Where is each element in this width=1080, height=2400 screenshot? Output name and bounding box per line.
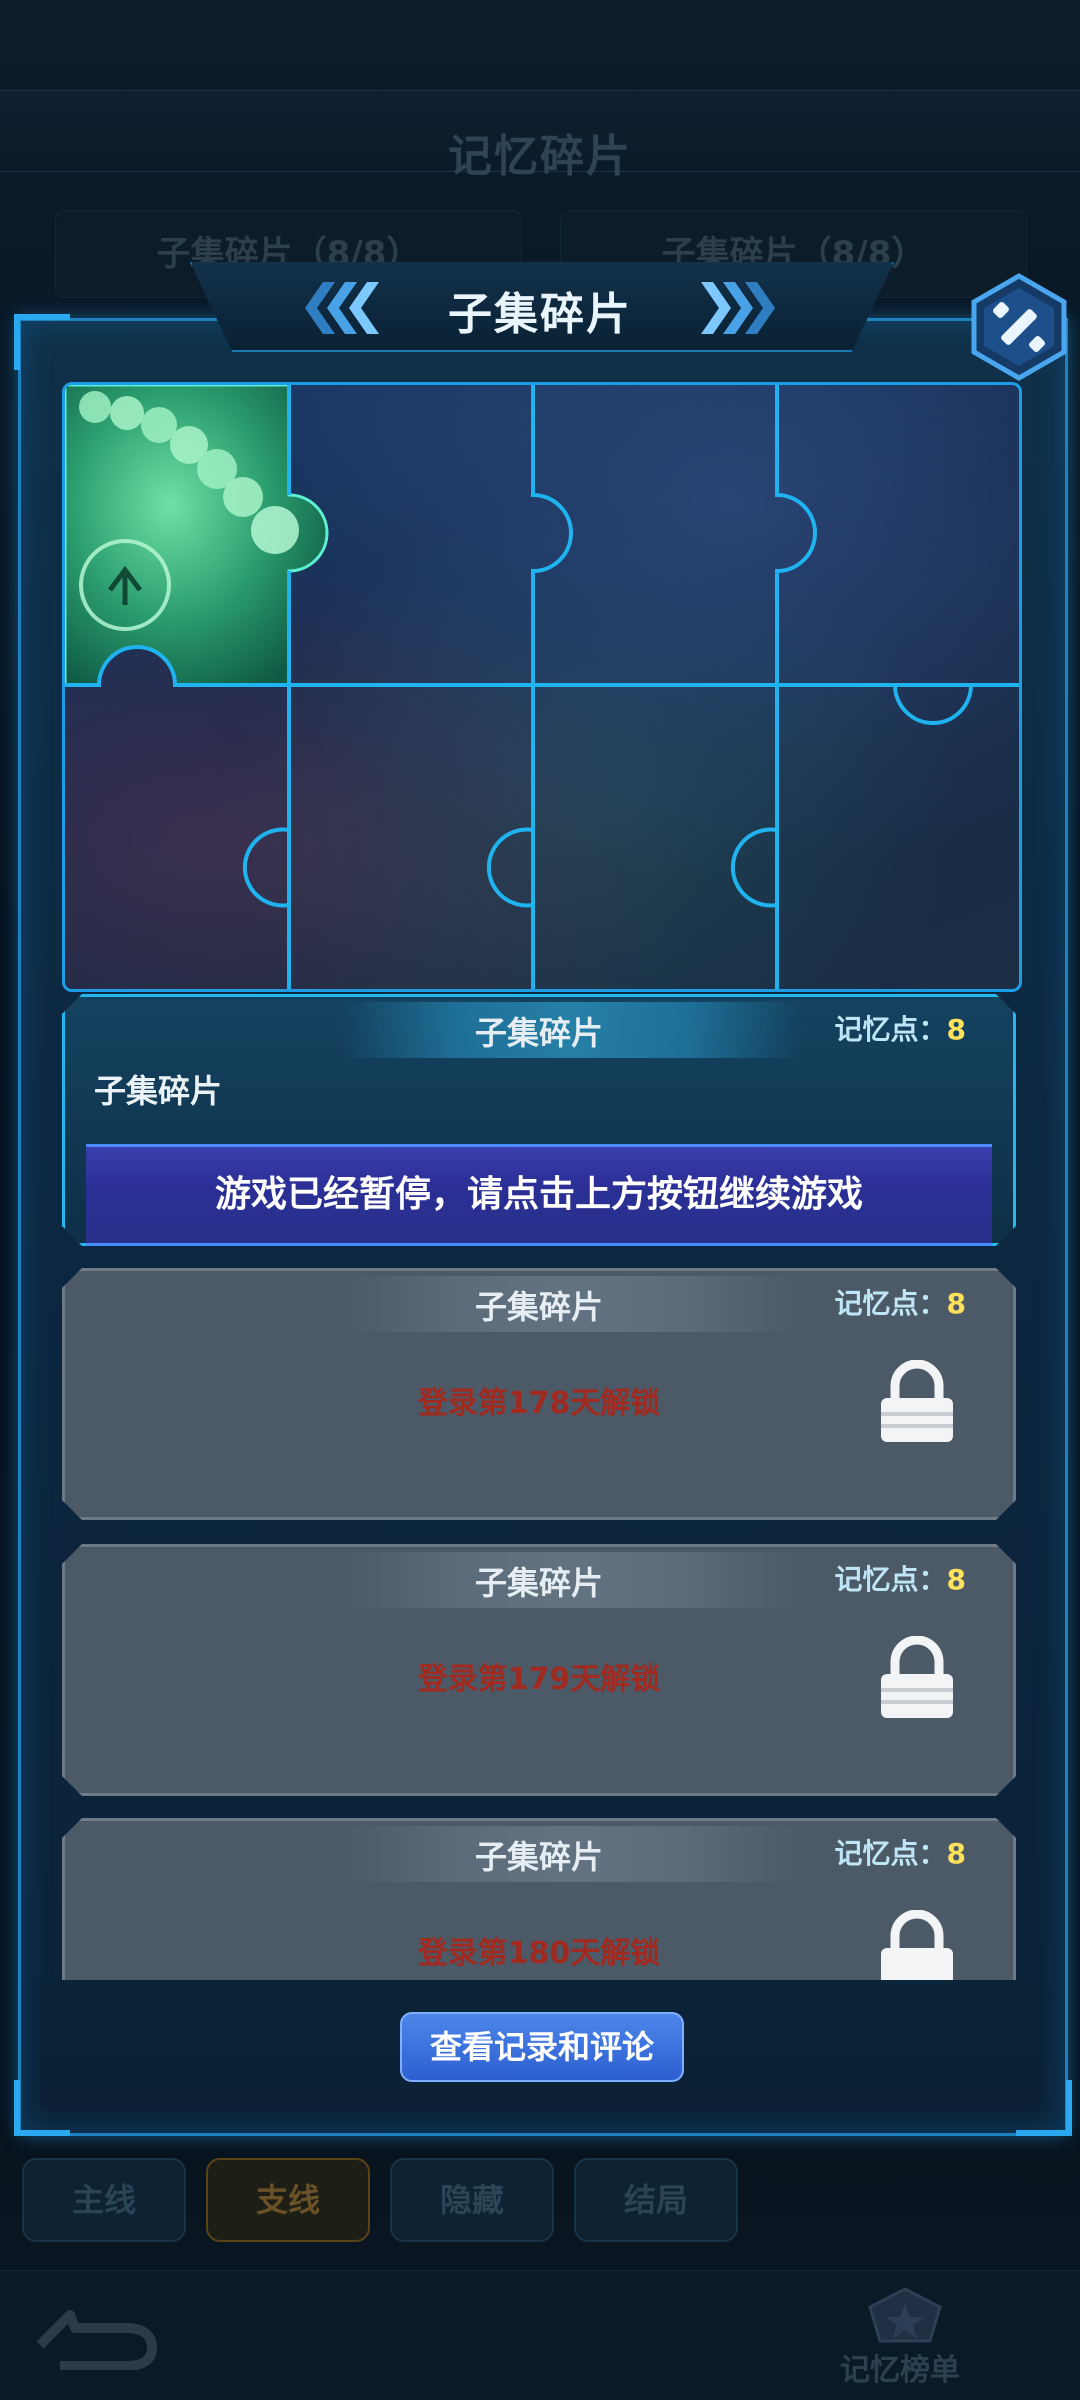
- memory-points: 记忆点：8: [835, 1558, 967, 1598]
- unlock-condition: 登录第179天解锁: [417, 1662, 661, 1697]
- close-icon[interactable]: [964, 272, 1074, 382]
- memory-points-value: 8: [946, 1287, 966, 1320]
- episode-card-3[interactable]: 子集碎片 记忆点：8 登录第179天解锁: [62, 1544, 1016, 1796]
- memory-points-label: 记忆点：: [834, 1563, 947, 1596]
- memory-points-value: 8: [946, 1563, 966, 1596]
- back-arrow-icon: [36, 2310, 157, 2370]
- screen: 记忆碎片 子集碎片（8/8） 子集碎片（8/8） 主线 支线 隐藏 结局 记忆榜…: [0, 0, 1080, 2400]
- background-page-title: 记忆碎片: [448, 131, 632, 182]
- puzzle-grid: [65, 385, 1019, 989]
- memory-points: 记忆点：8: [835, 1832, 967, 1872]
- modal-title: 子集碎片: [448, 289, 632, 340]
- rank-badge-icon: [868, 2287, 942, 2343]
- background-tab-hidden: 隐藏: [390, 2158, 554, 2242]
- memory-points-label: 记忆点：: [834, 1013, 947, 1046]
- memory-points-value: 8: [946, 1837, 966, 1870]
- memory-points-value: 8: [946, 1013, 966, 1046]
- background-tab-main: 主线: [22, 2158, 186, 2242]
- episode-card-2[interactable]: 子集碎片 记忆点：8 登录第178天解锁: [62, 1268, 1016, 1520]
- puzzle-board: [62, 382, 1022, 992]
- rank-label: 记忆榜单: [840, 2353, 960, 2388]
- memory-points: 记忆点：8: [835, 1282, 967, 1322]
- pause-banner: 游戏已经暂停，请点击上方按钮继续游戏: [86, 1144, 992, 1246]
- unlock-condition: 登录第180天解锁: [417, 1936, 661, 1971]
- background-tab-side: 支线: [206, 2158, 370, 2242]
- background-tab-ending: 结局: [574, 2158, 738, 2242]
- memory-points-label: 记忆点：: [834, 1837, 947, 1870]
- episode-card-1[interactable]: 子集碎片 记忆点：8 子集碎片 游戏已经暂停，请点击上方按钮继续游戏: [62, 994, 1016, 1246]
- memory-points-label: 记忆点：: [834, 1287, 947, 1320]
- view-records-button[interactable]: 查看记录和评论: [400, 2012, 684, 2082]
- unlock-condition: 登录第178天解锁: [417, 1386, 661, 1421]
- lock-icon: [877, 1636, 957, 1720]
- card-description: 子集碎片: [94, 1072, 223, 1110]
- memory-points: 记忆点：8: [835, 1008, 967, 1048]
- lock-icon: [877, 1360, 957, 1444]
